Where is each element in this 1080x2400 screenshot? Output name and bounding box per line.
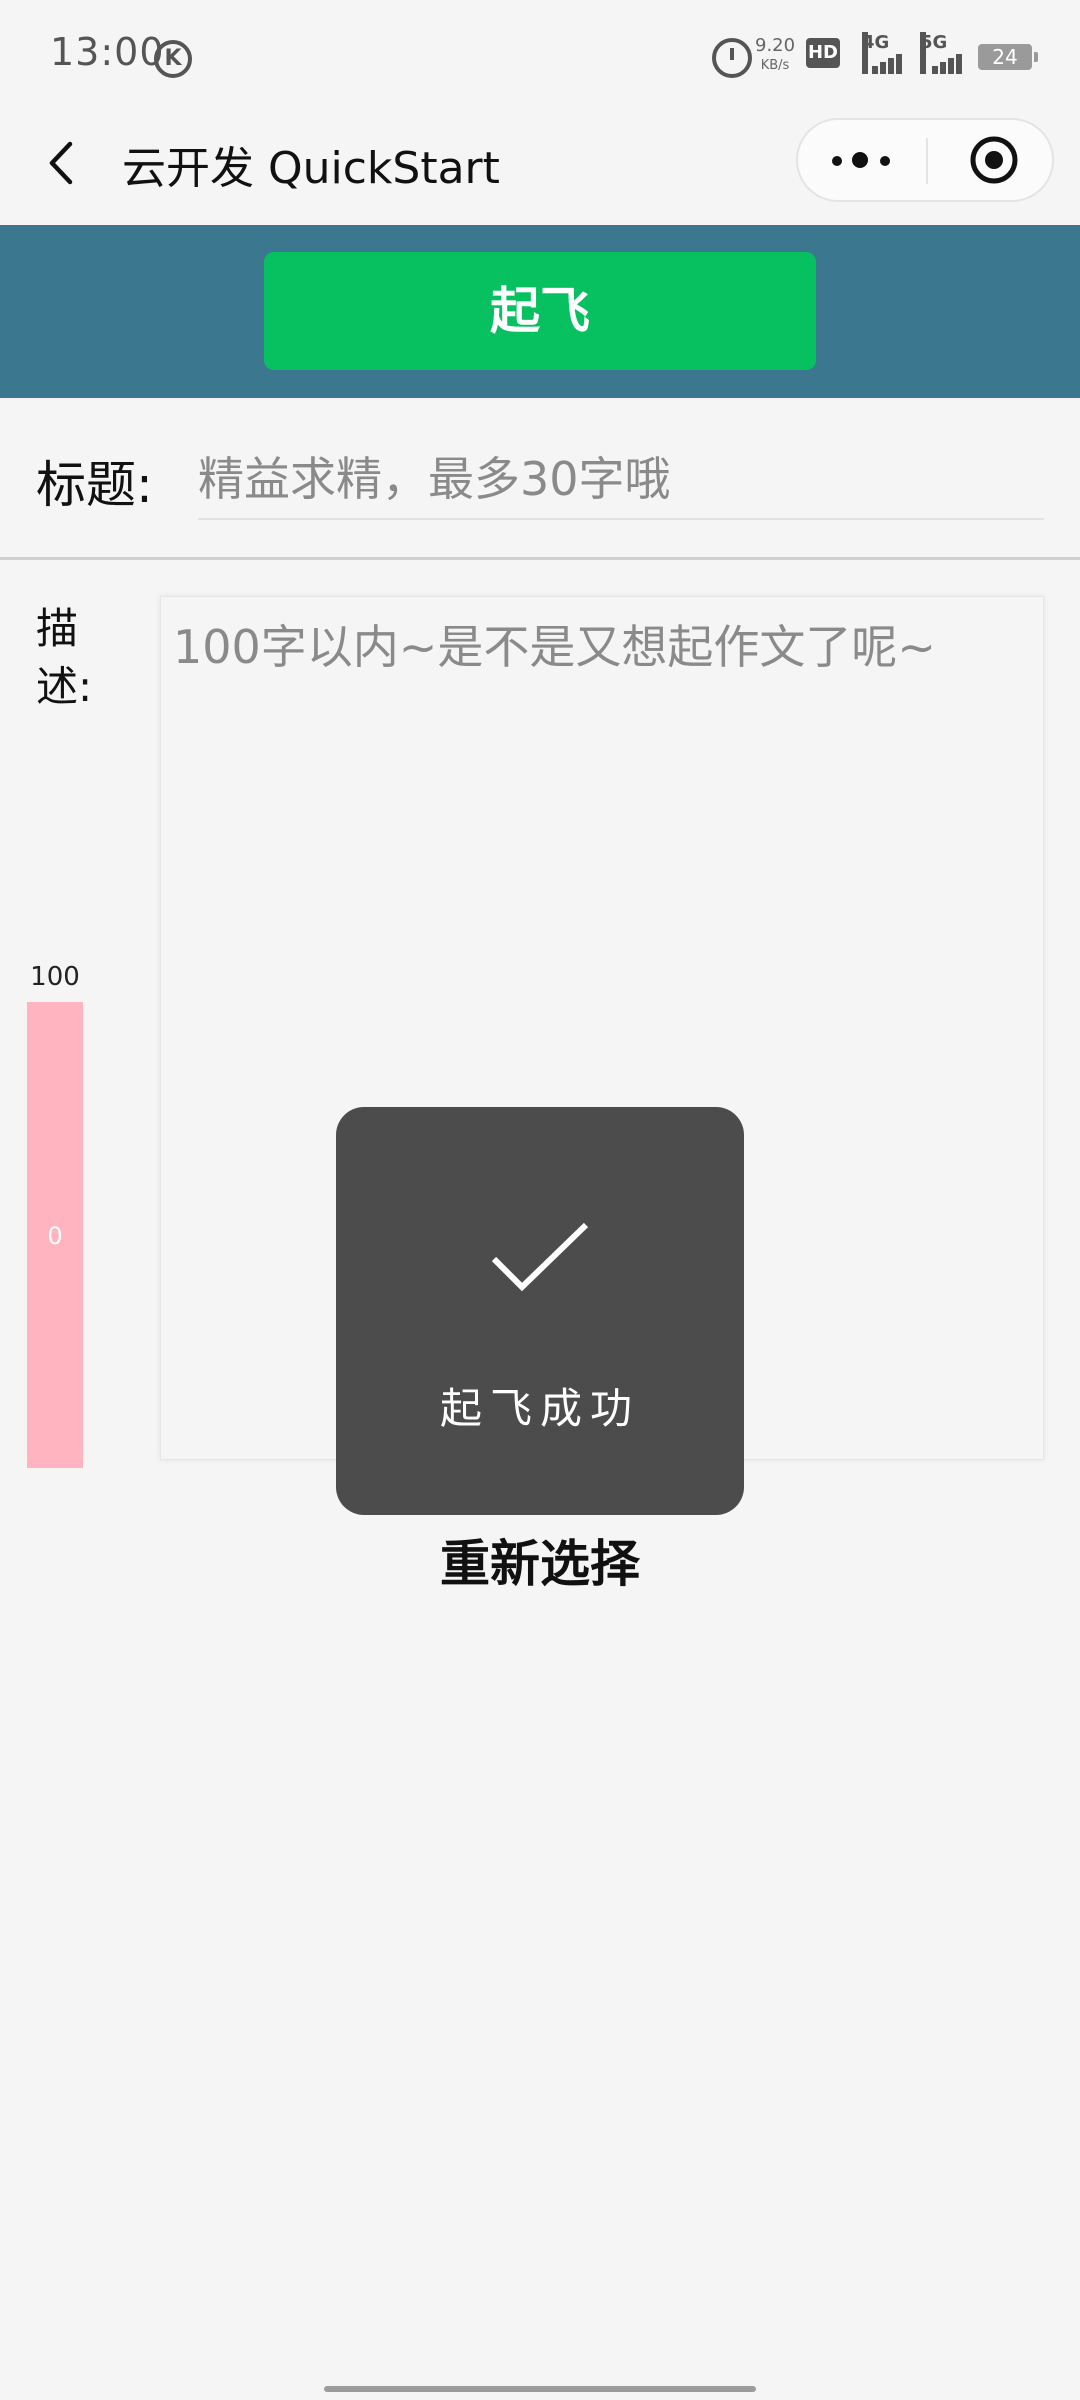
char-counter-value: 0 [47, 1222, 63, 1250]
title-input[interactable] [198, 440, 1044, 520]
reselect-button[interactable]: 重新选择 [0, 1524, 1080, 1596]
signal-sim2-icon: 5G [920, 32, 962, 74]
title-label: 标题: [36, 456, 153, 514]
divider [0, 557, 1080, 560]
header-band: 起飞 [0, 225, 1080, 398]
k-badge-icon: K [154, 40, 192, 78]
page-title: 云开发 QuickStart [122, 143, 500, 194]
status-bar: 13:00 K 9.20 KB/s HD 4G 5G 24 [0, 0, 1080, 110]
char-counter-max: 100 [30, 962, 80, 992]
sim2-label: 5G [920, 32, 947, 74]
description-label: 描述: [36, 604, 93, 711]
char-counter-bar: 0 [27, 1002, 83, 1468]
network-speed-unit: KB/s [760, 58, 790, 73]
home-indicator[interactable] [324, 2386, 756, 2392]
toast-message: 起飞成功 [439, 1384, 640, 1433]
capsule-divider [926, 138, 928, 184]
network-speed-value: 9.20 [755, 35, 796, 56]
sim1-label: 4G [862, 32, 889, 74]
status-time: 13:00 [50, 30, 165, 74]
check-icon [486, 1217, 594, 1301]
success-toast: 起飞成功 [336, 1107, 744, 1515]
network-speed: 9.20 KB/s [755, 36, 795, 76]
back-arrow-icon[interactable] [40, 138, 90, 188]
close-target-icon[interactable] [968, 134, 1020, 186]
capsule-menu [796, 118, 1054, 202]
signal-sim1-icon: 4G [862, 32, 902, 74]
alarm-icon [712, 38, 752, 78]
more-icon[interactable] [832, 148, 892, 172]
takeoff-button[interactable]: 起飞 [264, 252, 816, 370]
hd-icon: HD [806, 38, 840, 68]
battery-icon: 24 [978, 44, 1038, 70]
navigation-bar: 云开发 QuickStart [0, 110, 1080, 224]
